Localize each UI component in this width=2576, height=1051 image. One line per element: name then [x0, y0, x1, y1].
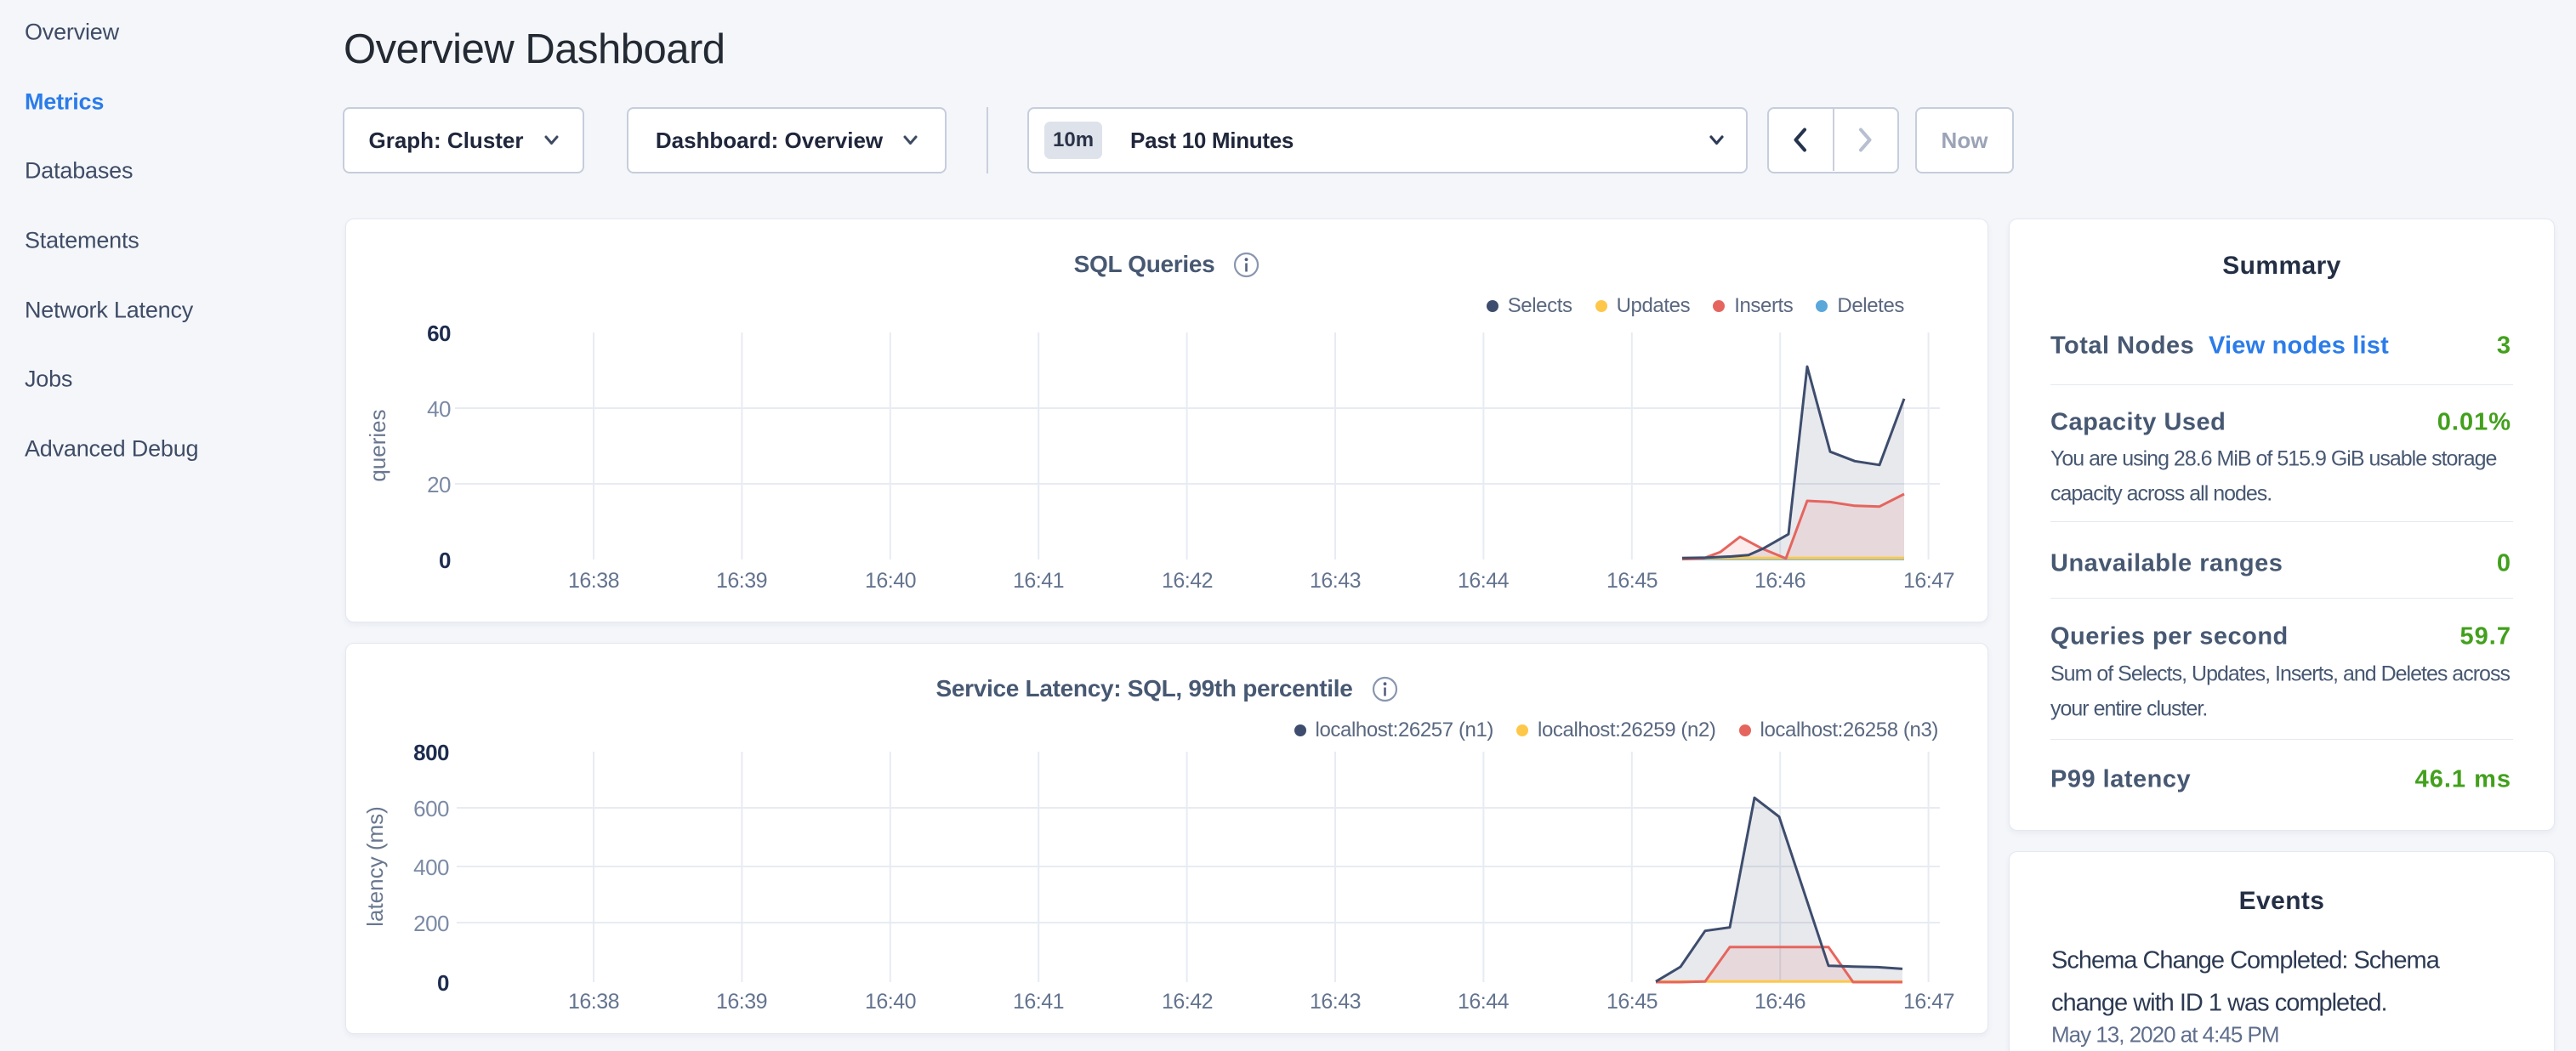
- svg-text:16:38: 16:38: [568, 569, 619, 593]
- svg-text:latency (ms): latency (ms): [362, 806, 388, 927]
- svg-text:16:39: 16:39: [716, 569, 767, 593]
- svg-text:16:40: 16:40: [865, 569, 916, 593]
- svg-text:16:47: 16:47: [1903, 990, 1954, 1014]
- svg-text:16:46: 16:46: [1754, 990, 1805, 1014]
- svg-text:0: 0: [439, 548, 451, 573]
- svg-text:40: 40: [427, 396, 451, 422]
- svg-text:16:45: 16:45: [1606, 569, 1658, 593]
- svg-text:queries: queries: [365, 409, 390, 481]
- svg-text:200: 200: [413, 911, 449, 936]
- svg-text:16:45: 16:45: [1606, 990, 1658, 1014]
- svg-text:16:41: 16:41: [1013, 569, 1064, 593]
- svg-text:0: 0: [437, 970, 449, 996]
- svg-text:400: 400: [413, 855, 449, 880]
- svg-text:16:41: 16:41: [1013, 990, 1064, 1014]
- svg-text:16:46: 16:46: [1754, 569, 1805, 593]
- svg-text:16:42: 16:42: [1162, 569, 1213, 593]
- svg-text:20: 20: [427, 472, 451, 497]
- svg-text:800: 800: [413, 740, 449, 765]
- svg-text:16:43: 16:43: [1310, 569, 1361, 593]
- svg-text:16:44: 16:44: [1458, 990, 1510, 1014]
- svg-text:16:47: 16:47: [1903, 569, 1954, 593]
- svg-text:600: 600: [413, 796, 449, 821]
- svg-text:16:44: 16:44: [1458, 569, 1510, 593]
- svg-text:16:40: 16:40: [865, 990, 916, 1014]
- svg-text:16:39: 16:39: [716, 990, 767, 1014]
- svg-text:16:38: 16:38: [568, 990, 619, 1014]
- svg-text:16:43: 16:43: [1310, 990, 1361, 1014]
- svg-text:16:42: 16:42: [1162, 990, 1213, 1014]
- svg-text:60: 60: [427, 321, 451, 346]
